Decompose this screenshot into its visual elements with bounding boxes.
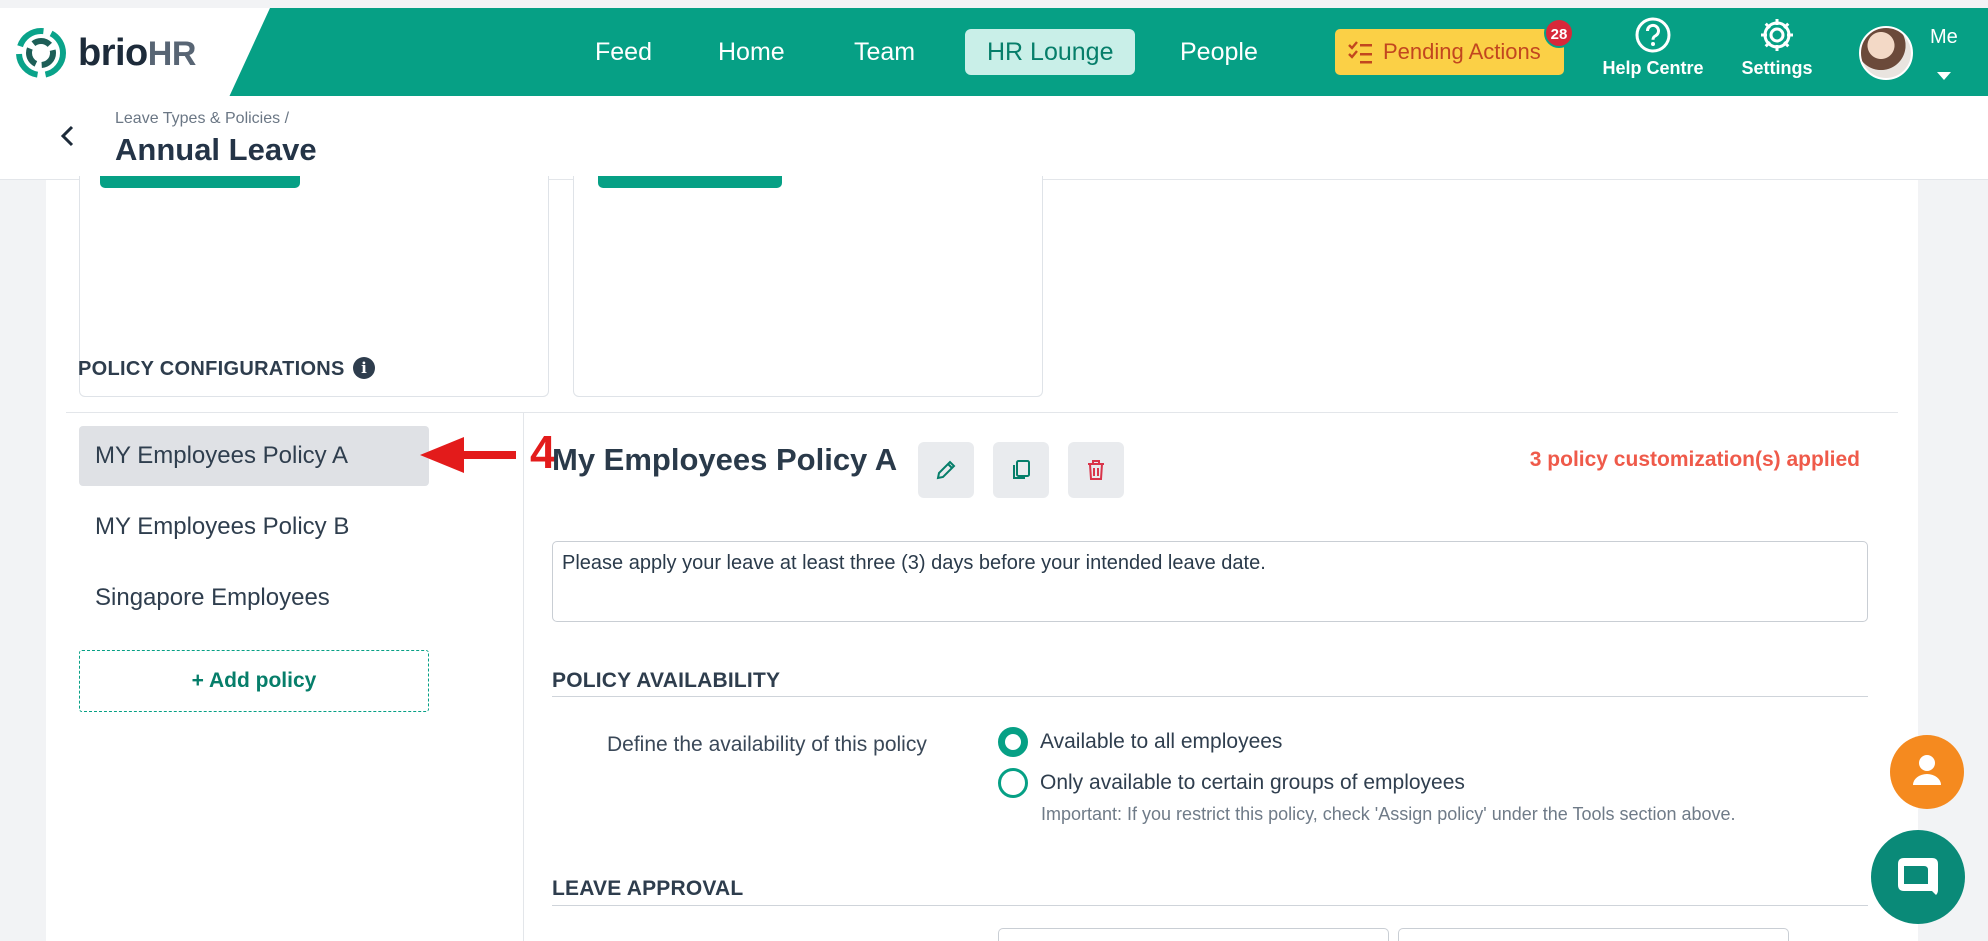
brand-name: brioHR — [78, 32, 196, 74]
breadcrumb[interactable]: Leave Types & Policies / — [115, 110, 289, 128]
section-title: POLICY CONFIGURATIONS — [78, 358, 345, 380]
policy-item-singapore[interactable]: Singapore Employees — [79, 568, 429, 628]
help-centre-button[interactable]: Help Centre — [1593, 16, 1713, 79]
column-divider — [523, 413, 524, 941]
tool-card-button[interactable] — [100, 176, 300, 188]
radio-certain-groups[interactable] — [998, 768, 1028, 798]
availability-note: Important: If you restrict this policy, … — [1041, 804, 1736, 824]
approval-select[interactable] — [998, 928, 1389, 941]
divider — [552, 696, 1868, 697]
customizations-link[interactable]: 3 policy customization(s) applied — [1530, 448, 1860, 472]
approval-select[interactable] — [1398, 928, 1789, 941]
trash-icon — [1088, 460, 1104, 480]
top-navbar: brioHR Feed Home Team HR Lounge People P… — [0, 8, 1988, 96]
avatar[interactable] — [1859, 26, 1913, 80]
brand-logo[interactable]: brioHR — [0, 8, 270, 96]
chat-icon — [1898, 858, 1938, 895]
brio-logo-icon — [16, 28, 66, 78]
radio-certain-groups-label[interactable]: Only available to certain groups of empl… — [1040, 771, 1465, 795]
availability-label: Define the availability of this policy — [607, 733, 927, 756]
policy-description-field[interactable]: Please apply your leave at least three (… — [552, 541, 1868, 622]
duplicate-button[interactable] — [993, 442, 1049, 498]
page-header: Leave Types & Policies / Annual Leave — [0, 96, 1988, 180]
info-icon[interactable]: i — [353, 357, 375, 379]
divider — [552, 905, 1868, 906]
chevron-left-icon[interactable] — [54, 122, 82, 150]
pending-count-badge: 28 — [1544, 18, 1574, 48]
nav-team[interactable]: Team — [854, 8, 915, 96]
person-icon — [1913, 755, 1941, 785]
profile-fab-button[interactable] — [1890, 735, 1964, 809]
chat-fab-button[interactable] — [1871, 830, 1965, 924]
help-centre-label: Help Centre — [1602, 58, 1704, 78]
tool-card-button[interactable] — [598, 176, 782, 188]
policy-item-my-a[interactable]: MY Employees Policy A — [79, 426, 429, 486]
annotation-arrow-icon — [420, 437, 516, 473]
user-menu-label[interactable]: Me — [1930, 26, 1958, 49]
settings-button[interactable]: Settings — [1717, 16, 1837, 79]
pending-actions-label: Pending Actions — [1383, 39, 1541, 64]
chevron-down-icon[interactable] — [1937, 72, 1951, 80]
pending-actions-button[interactable]: Pending Actions — [1335, 29, 1564, 75]
delete-button[interactable] — [1068, 442, 1124, 498]
approval-heading: LEAVE APPROVAL — [552, 877, 744, 900]
nav-hr-lounge[interactable]: HR Lounge — [965, 29, 1136, 75]
main-card: POLICY CONFIGURATIONS i MY Employees Pol… — [46, 176, 1918, 941]
gear-icon — [1761, 19, 1793, 51]
settings-label: Settings — [1741, 58, 1813, 78]
page-title: Annual Leave — [115, 132, 317, 167]
policy-item-my-b[interactable]: MY Employees Policy B — [79, 497, 429, 557]
tool-card — [573, 176, 1043, 397]
edit-button[interactable] — [918, 442, 974, 498]
help-circle-icon — [1635, 17, 1671, 53]
radio-all-employees-label[interactable]: Available to all employees — [1040, 730, 1282, 754]
copy-icon — [1013, 460, 1030, 479]
pencil-icon — [936, 460, 956, 480]
checklist-icon — [1348, 41, 1372, 64]
nav-home[interactable]: Home — [718, 8, 785, 96]
policy-title: My Employees Policy A — [552, 442, 898, 477]
nav-people[interactable]: People — [1180, 8, 1258, 96]
divider — [66, 412, 1898, 413]
radio-all-employees[interactable] — [998, 727, 1028, 757]
add-policy-button[interactable]: + Add policy — [79, 650, 429, 712]
availability-heading: POLICY AVAILABILITY — [552, 669, 781, 692]
nav-feed[interactable]: Feed — [595, 8, 652, 96]
